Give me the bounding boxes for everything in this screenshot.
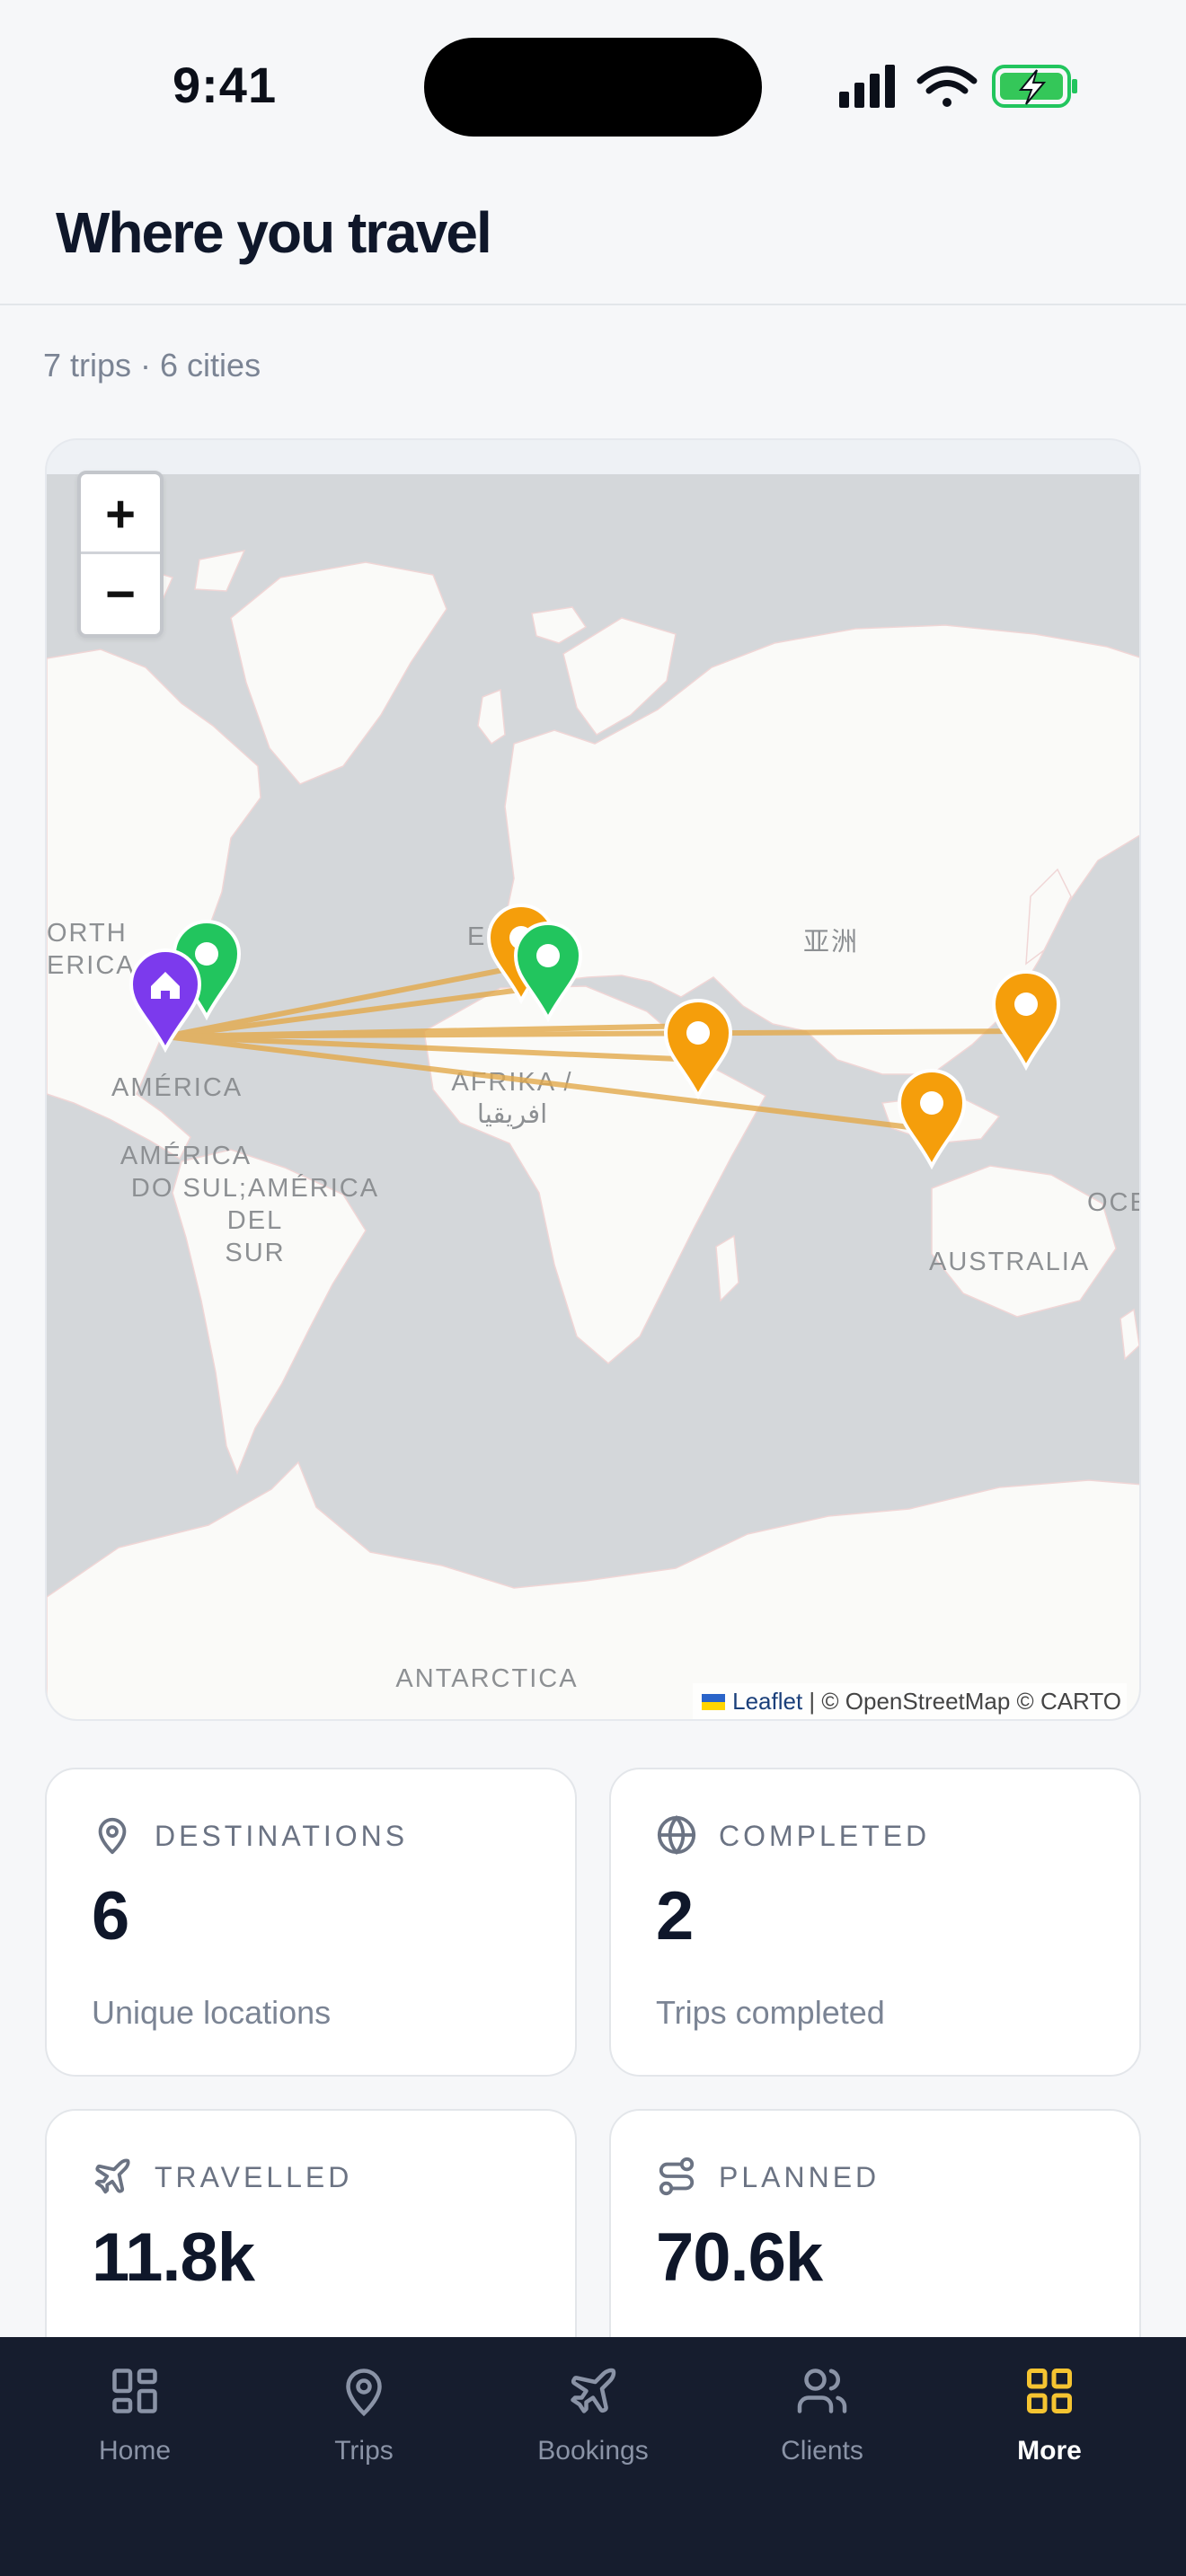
ukraine-flag-icon [702, 1694, 726, 1710]
page-title: Where you travel [56, 200, 492, 265]
zoom-control: + − [77, 471, 164, 638]
label-south-america-3: DEL [227, 1206, 283, 1235]
label-north-america-1: ORTH [47, 919, 128, 948]
stat-label: TRAVELLED [155, 2161, 353, 2193]
trip-summary: 7 trips · 6 cities [43, 347, 261, 384]
cellular-signal-icon [839, 65, 895, 108]
stat-value: 2 [656, 1878, 694, 1954]
zoom-in-button[interactable]: + [81, 474, 160, 554]
zoom-out-button[interactable]: − [81, 554, 160, 634]
status-bar: 9:41 [0, 0, 1186, 171]
stat-value: 6 [92, 1878, 129, 1954]
label-antarctica: ANTARCTICA [395, 1664, 578, 1693]
tab-home[interactable]: Home [36, 2364, 234, 2490]
plane-icon [571, 2368, 616, 2413]
grid-icon [1027, 2369, 1072, 2413]
stat-value: 70.6k [656, 2219, 823, 2296]
map-attribution: Leaflet | © OpenStreetMap © CARTO [693, 1683, 1127, 1719]
label-australia: AUSTRALIA [929, 1248, 1090, 1276]
route-icon [659, 2157, 695, 2196]
map-pin-icon [98, 1817, 127, 1855]
world-map[interactable]: ORTH ERICA EU PE 亚洲 AMÉRICA AMÉRICA DO S… [47, 474, 1141, 1721]
tab-clients[interactable]: Clients [723, 2364, 921, 2490]
status-icons [839, 65, 1077, 108]
label-oceania: OCE [1087, 1188, 1141, 1217]
tab-label: Bookings [537, 2436, 649, 2466]
dynamic-island [424, 38, 762, 137]
label-africa-2: افريقيا [477, 1100, 547, 1129]
wifi-icon [916, 66, 978, 107]
tab-label: Trips [334, 2436, 394, 2466]
stat-card-destinations: DESTINATIONS 6 Unique locations [45, 1768, 577, 2077]
label-asia: 亚洲 [803, 928, 859, 957]
travel-map[interactable]: ORTH ERICA EU PE 亚洲 AMÉRICA AMÉRICA DO S… [45, 438, 1141, 1721]
tab-more[interactable]: More [951, 2364, 1148, 2490]
label-north-america-2: ERICA [47, 951, 136, 980]
leaflet-link[interactable]: Leaflet [732, 1688, 802, 1715]
page-header: Where you travel [0, 171, 1186, 305]
stat-label: DESTINATIONS [155, 1820, 409, 1852]
label-south-america-4: SUR [225, 1239, 285, 1267]
tab-trips[interactable]: Trips [265, 2364, 463, 2490]
label-america: AMÉRICA [111, 1072, 243, 1102]
attribution-text: | © OpenStreetMap © CARTO [802, 1688, 1121, 1715]
stat-label: COMPLETED [719, 1820, 931, 1852]
stat-desc: Trips completed [656, 1994, 885, 2031]
plane-icon [94, 2158, 130, 2194]
stat-label: PLANNED [719, 2161, 881, 2193]
users-icon [797, 2369, 847, 2413]
globe-icon [657, 1814, 696, 1856]
label-south-america-1: AMÉRICA [120, 1141, 252, 1170]
stat-card-completed: COMPLETED 2 Trips completed [609, 1768, 1141, 2077]
grid-icon [112, 2369, 157, 2413]
status-time: 9:41 [173, 57, 278, 113]
tab-label: Clients [781, 2436, 863, 2466]
label-south-america-2: DO SUL;AMÉRICA [131, 1173, 379, 1203]
stat-desc: Unique locations [92, 1994, 332, 2031]
stat-value: 11.8k [92, 2219, 255, 2296]
bottom-tab-bar: Home Trips Bookings Clients More [0, 2337, 1186, 2576]
tab-label: More [1017, 2436, 1082, 2466]
battery-charging-icon [992, 65, 1077, 108]
map-pin-icon [346, 2369, 382, 2417]
tab-bookings[interactable]: Bookings [494, 2364, 692, 2490]
tab-label: Home [98, 2436, 172, 2466]
